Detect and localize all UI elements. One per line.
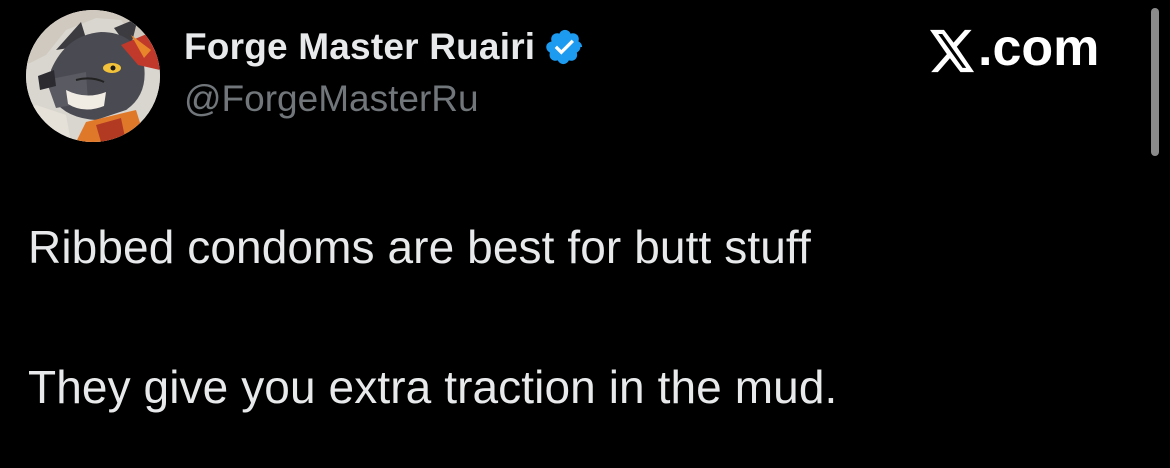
scrollbar[interactable] [1151, 8, 1159, 156]
author-name-row: Forge Master Ruairi [184, 24, 585, 70]
author-handle[interactable]: @ForgeMasterRu [184, 78, 479, 120]
tweet-text-line-2: They give you extra traction in the mud. [28, 361, 838, 413]
brand-link[interactable]: .com [930, 19, 1100, 77]
wolf-character-avatar-icon [26, 10, 160, 142]
verified-badge-icon [545, 27, 585, 67]
brand-text: .com [978, 19, 1100, 77]
avatar[interactable] [26, 10, 160, 142]
display-name[interactable]: Forge Master Ruairi [184, 26, 535, 68]
tweet-text-line-1: Ribbed condoms are best for butt stuff [28, 221, 811, 273]
x-logo-icon [930, 26, 976, 73]
